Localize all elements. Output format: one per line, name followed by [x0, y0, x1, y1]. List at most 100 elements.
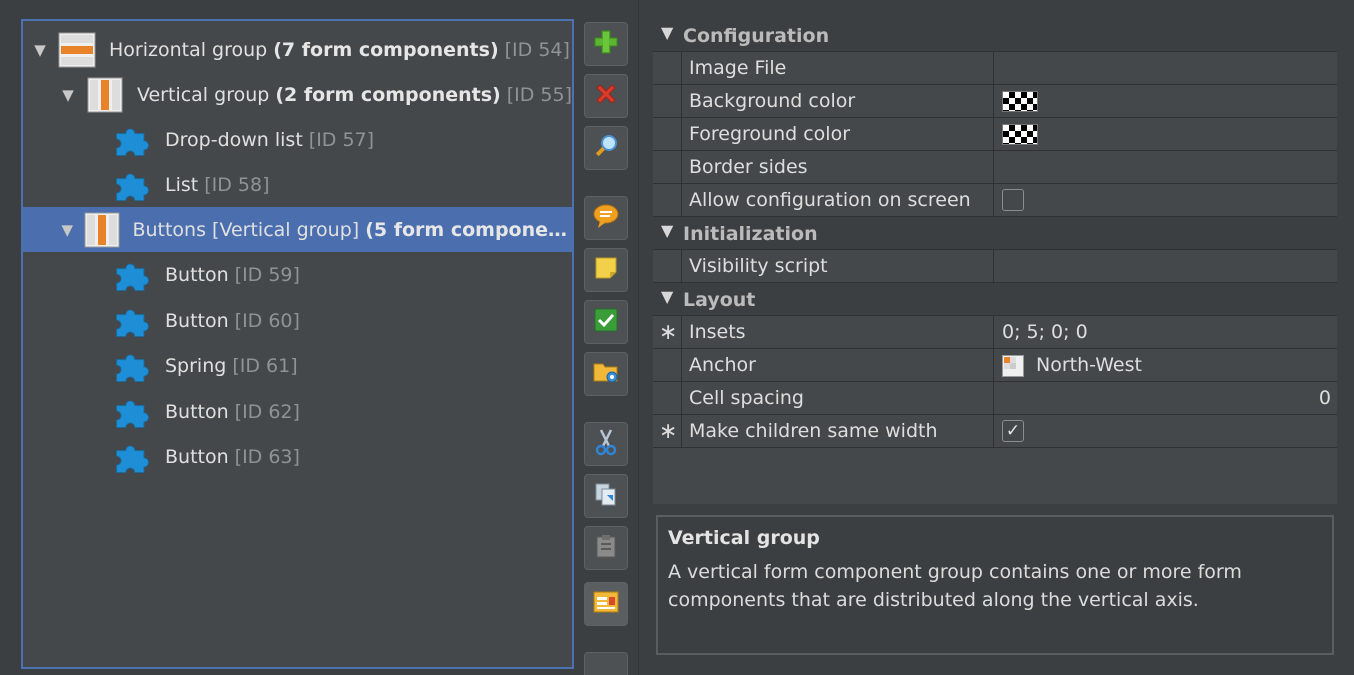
toolbar-overflow-button[interactable]	[584, 652, 628, 675]
tree-node-button[interactable]: Button [ID 63]	[23, 434, 572, 479]
property-value[interactable]: ✓	[994, 415, 1337, 447]
tree-node-dropdown-list[interactable]: Drop-down list [ID 57]	[23, 117, 572, 162]
tree-node-id: [ID 63]	[234, 445, 300, 468]
property-sheet: ▼ Configuration Image File Background co…	[653, 19, 1337, 504]
add-icon	[593, 29, 619, 60]
delete-component-button[interactable]	[584, 74, 628, 118]
property-row-anchor[interactable]: Anchor North-West	[653, 349, 1337, 382]
section-configuration[interactable]: ▼ Configuration	[653, 19, 1337, 52]
tree-node-id: [ID 54]	[504, 38, 570, 61]
property-row-border-sides[interactable]: Border sides	[653, 151, 1337, 184]
tree-node-name: Vertical group	[136, 83, 270, 106]
transparent-color-swatch[interactable]	[1002, 124, 1038, 145]
section-title: Initialization	[683, 223, 818, 245]
section-initialization[interactable]: ▼ Initialization	[653, 217, 1337, 250]
transparent-color-swatch[interactable]	[1002, 91, 1038, 112]
property-name: Insets	[681, 316, 994, 348]
validate-button[interactable]	[584, 300, 628, 344]
cut-button[interactable]	[584, 422, 628, 466]
copy-icon	[593, 481, 619, 512]
panel-divider	[638, 0, 639, 675]
search-icon	[593, 133, 619, 164]
property-row-background-color[interactable]: Background color	[653, 85, 1337, 118]
tree-node-name: Button	[165, 263, 229, 286]
property-value[interactable]	[994, 85, 1337, 117]
form-layout-button[interactable]	[584, 582, 628, 626]
collapse-triangle-icon[interactable]: ▼	[661, 221, 673, 240]
same-width-checkbox[interactable]: ✓	[1002, 420, 1024, 442]
collapse-triangle-icon[interactable]: ▼	[661, 287, 673, 306]
property-value[interactable]	[994, 250, 1337, 282]
property-name: Anchor	[681, 349, 994, 381]
section-title: Configuration	[683, 25, 830, 47]
tree-node-list[interactable]: List [ID 58]	[23, 162, 572, 207]
folder-settings-icon	[592, 359, 620, 390]
modified-marker: ∗	[659, 419, 678, 444]
tree-node-name: Button	[165, 309, 229, 332]
collapse-triangle-icon[interactable]: ▼	[59, 86, 77, 104]
property-row-foreground-color[interactable]: Foreground color	[653, 118, 1337, 151]
inspect-button[interactable]	[584, 126, 628, 170]
description-text: A vertical form component group contains…	[668, 561, 1242, 611]
vertical-toolbar	[582, 0, 632, 675]
tree-node-name: Button	[165, 400, 229, 423]
tree-node-id: [ID 59]	[234, 263, 300, 286]
tree-node-count: (5 form component…	[365, 218, 572, 241]
tree-node-spring[interactable]: Spring [ID 61]	[23, 343, 572, 388]
property-row-cell-spacing[interactable]: Cell spacing 0	[653, 382, 1337, 415]
tree-node-name: Button	[165, 445, 229, 468]
property-value[interactable]	[994, 184, 1337, 216]
property-name: Background color	[681, 85, 994, 117]
property-row-allow-configuration[interactable]: Allow configuration on screen	[653, 184, 1337, 217]
check-icon	[593, 307, 619, 338]
collapse-triangle-icon[interactable]: ▼	[59, 221, 76, 239]
vertical-group-icon	[84, 210, 121, 250]
copy-button[interactable]	[584, 474, 628, 518]
property-name: Image File	[681, 52, 994, 84]
tree-node-horizontal-group[interactable]: ▼ Horizontal group (7 form components) […	[23, 27, 572, 72]
property-row-same-width[interactable]: ∗ Make children same width ✓	[653, 415, 1337, 448]
collapse-triangle-icon[interactable]: ▼	[661, 23, 673, 42]
vertical-group-icon	[85, 75, 125, 115]
tree-node-buttons-group[interactable]: ▼ Buttons [Vertical group] (5 form compo…	[23, 207, 572, 252]
comment-icon	[592, 203, 620, 234]
property-name: Foreground color	[681, 118, 994, 150]
folder-settings-button[interactable]	[584, 352, 628, 396]
property-value[interactable]: 0	[994, 382, 1337, 414]
property-value[interactable]	[994, 151, 1337, 183]
puzzle-piece-icon	[113, 165, 153, 205]
property-value[interactable]: 0; 5; 0; 0	[994, 316, 1337, 348]
property-row-insets[interactable]: ∗ Insets 0; 5; 0; 0	[653, 316, 1337, 349]
note-button[interactable]	[584, 248, 628, 292]
puzzle-piece-icon	[113, 392, 153, 432]
tree-node-button[interactable]: Button [ID 62]	[23, 389, 572, 434]
comment-button[interactable]	[584, 196, 628, 240]
allow-configuration-checkbox[interactable]	[1002, 189, 1024, 211]
section-layout[interactable]: ▼ Layout	[653, 283, 1337, 316]
horizontal-group-icon	[57, 30, 97, 70]
property-value[interactable]: North-West	[994, 349, 1337, 381]
tree-node-button[interactable]: Button [ID 60]	[23, 298, 572, 343]
property-value[interactable]	[994, 118, 1337, 150]
tree-node-id: [ID 55]	[506, 83, 572, 106]
property-row-visibility-script[interactable]: Visibility script	[653, 250, 1337, 283]
property-value[interactable]	[994, 52, 1337, 84]
paste-button[interactable]	[584, 526, 628, 570]
collapse-triangle-icon[interactable]: ▼	[31, 41, 49, 59]
tree-node-vertical-group[interactable]: ▼ Vertical group (2 form components) [ID…	[23, 72, 572, 117]
tree-node-name: Buttons [Vertical group]	[132, 218, 360, 241]
component-tree[interactable]: ▼ Horizontal group (7 form components) […	[21, 19, 574, 669]
modified-marker: ∗	[659, 320, 678, 345]
anchor-north-west-icon	[1002, 355, 1024, 377]
add-component-button[interactable]	[584, 22, 628, 66]
tree-node-id: [ID 57]	[308, 128, 375, 151]
puzzle-piece-icon	[113, 120, 153, 160]
puzzle-piece-icon	[113, 255, 153, 295]
description-panel: Vertical group A vertical form component…	[656, 515, 1334, 655]
property-name: Border sides	[681, 151, 994, 183]
property-row-image-file[interactable]: Image File	[653, 52, 1337, 85]
tree-node-button[interactable]: Button [ID 59]	[23, 252, 572, 297]
tree-node-count: (7 form components)	[273, 38, 499, 61]
property-name: Allow configuration on screen	[681, 184, 994, 216]
puzzle-piece-icon	[113, 437, 153, 477]
